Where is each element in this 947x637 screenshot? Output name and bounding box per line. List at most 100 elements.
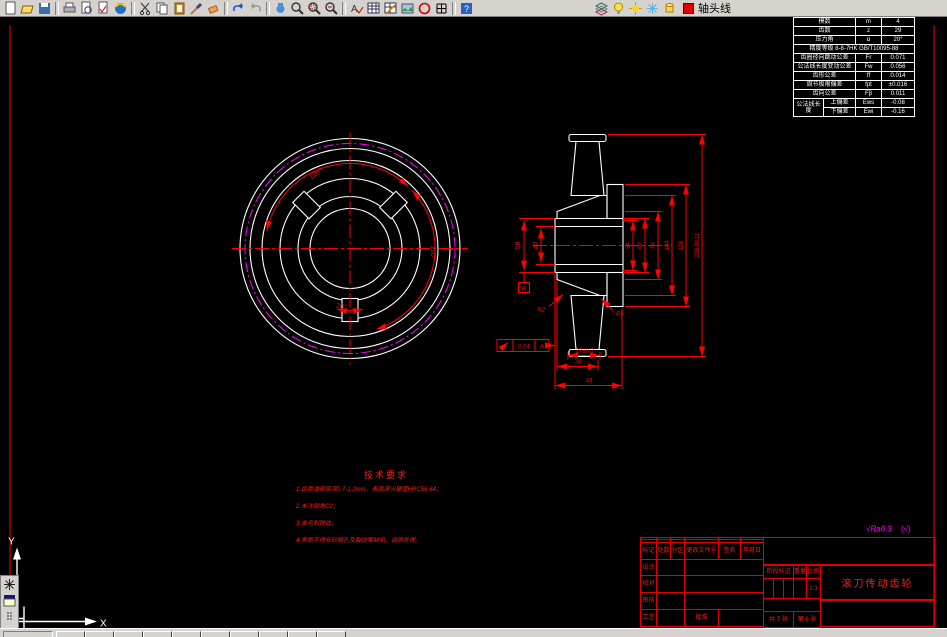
open-folder-icon[interactable] [19,1,36,16]
dim-label: 30 [575,360,582,366]
new-file-icon[interactable] [2,1,19,16]
runout-symbol-icon [498,342,509,352]
fcf-datum: A [540,345,544,351]
table-icon[interactable] [365,1,382,16]
match-properties-icon[interactable] [188,1,205,16]
dim-label: 74 [651,242,657,249]
front-view: 120° 120° 20° [232,132,468,365]
cut-icon[interactable] [137,1,154,16]
erase-icon[interactable] [205,1,222,16]
dim-label: 27±0.2 [576,349,595,355]
sheet-number: 第 6 张 [793,611,822,628]
palette-grip[interactable] [6,612,13,620]
titleblock-header: 更改文件号 [684,541,719,560]
tooth-tip-cap [568,133,607,143]
snap-toggle-button[interactable] [56,631,85,637]
titleblock-header: 标记 [640,541,657,560]
polar-toggle-button[interactable] [143,631,172,637]
gear-parameter-table: 模数 m 4 齿数 z 29 压力角 α 20° 精度等级 8-8-7HK GB/T1009… [792,17,916,117]
save-icon[interactable] [36,1,53,16]
sheet-count: 共 7 张 [762,611,795,628]
cad-application: A ? 轴头线 120° 120° 20° 58 42 A 54 62 74 1… [0,0,947,637]
angle-dim-arc [266,163,409,231]
tech-req-line: 2.未注倒角C2； [296,504,339,510]
rim-step-section [606,183,624,220]
weight-label: 重量 [793,565,808,579]
layer-sun-icon[interactable] [627,1,644,16]
ducs-toggle-button[interactable] [230,631,259,637]
tech-req-line: 3.去毛刺锐边； [296,521,338,527]
ortho-toggle-button[interactable] [114,631,143,637]
grid-toggle-button[interactable] [85,631,114,637]
current-layer-name[interactable]: 轴头线 [698,0,731,16]
paste-icon[interactable] [171,1,188,16]
tooltip-settings-button[interactable] [2,593,17,608]
gear-tooth-section [570,140,605,197]
toolbar-separator [266,1,270,15]
plot-icon[interactable] [61,1,78,16]
print-preview-icon[interactable] [78,1,95,16]
pan-icon[interactable] [272,1,289,16]
help-icon[interactable]: ? [458,1,475,16]
snap-star-button[interactable] [2,577,17,592]
table-row: 齿形公差 ff 0.014 [792,71,916,81]
titleblock-row-label: 设计 [640,558,657,577]
layer-freeze-icon[interactable] [644,1,661,16]
spell-check-icon[interactable] [95,1,112,16]
find-icon[interactable]: A [348,1,365,16]
model-space-button[interactable] [317,631,346,637]
dyn-toggle-button[interactable] [259,631,288,637]
undo-icon[interactable] [230,1,247,16]
layer-color-cylinder-icon[interactable] [661,1,678,16]
grid-snap-icon[interactable] [433,1,450,16]
titleblock-approve-label: 批准 [684,609,719,627]
image-icon[interactable] [399,1,416,16]
zoom-window-icon[interactable] [306,1,323,16]
ucs-x-arrowhead [85,617,97,626]
layers-icon[interactable] [593,1,610,16]
surface-finish-note: √Ra6.3 (√) [866,525,911,534]
rim-step-section [606,271,624,308]
lineweight-toggle-button[interactable] [288,631,317,637]
keyway-slot [291,190,322,220]
render-orbit-icon[interactable] [112,1,129,16]
zoom-previous-icon[interactable] [323,1,340,16]
sheet-set-icon[interactable] [382,1,399,16]
zoom-realtime-icon[interactable] [289,1,306,16]
toolbar-separator [55,1,59,15]
fcf-value: 0.04 [518,345,530,351]
otrack-toggle-button[interactable] [201,631,230,637]
dim-label: 58 [515,242,522,250]
dim-label: 128 [679,240,685,251]
table-row: 公法线长度 上偏差 Ews -0.08 [793,98,916,117]
table-row: 齿圈径向跳动公差 Fr 0.071 [792,53,916,63]
section-view: 58 42 A 54 62 74 104 128 225.5h11 27±0.2… [496,133,706,390]
radius-label: R2 [537,308,545,314]
table-row: 齿向公差 Fβ 0.011 [792,89,916,99]
ucs-icon: Y X [8,537,107,630]
titleblock-row-label: 审核 [640,592,657,611]
datum-label: A [522,286,527,293]
dim-label: 54 [626,242,632,249]
ucs-y-label: Y [8,537,15,548]
titleblock-row-label: 工艺 [640,609,657,627]
redo-icon[interactable] [247,1,264,16]
svg-text:A: A [351,4,358,15]
flange-section [556,271,608,297]
layer-on-bulb-icon[interactable] [610,1,627,16]
current-color-swatch[interactable] [683,2,694,14]
snap-star-icon [4,579,15,590]
dim-label: 43 [586,379,593,385]
toolbar-separator [342,1,346,15]
ucs-y-arrowhead [13,547,21,560]
titleblock-header: 年月日 [740,541,764,560]
flange-section [556,194,608,220]
copy-icon[interactable] [154,1,171,16]
angle-dim-label: 120° [429,245,438,260]
main-toolbar: A ? 轴头线 [0,0,947,17]
toolbar-separator [224,1,228,15]
revision-cloud-icon[interactable] [416,1,433,16]
osnap-toggle-button[interactable] [172,631,201,637]
table-row: 周节极限偏差 fpt ±0.016 [792,80,916,90]
left-dimensions: 58 42 A [515,218,555,293]
